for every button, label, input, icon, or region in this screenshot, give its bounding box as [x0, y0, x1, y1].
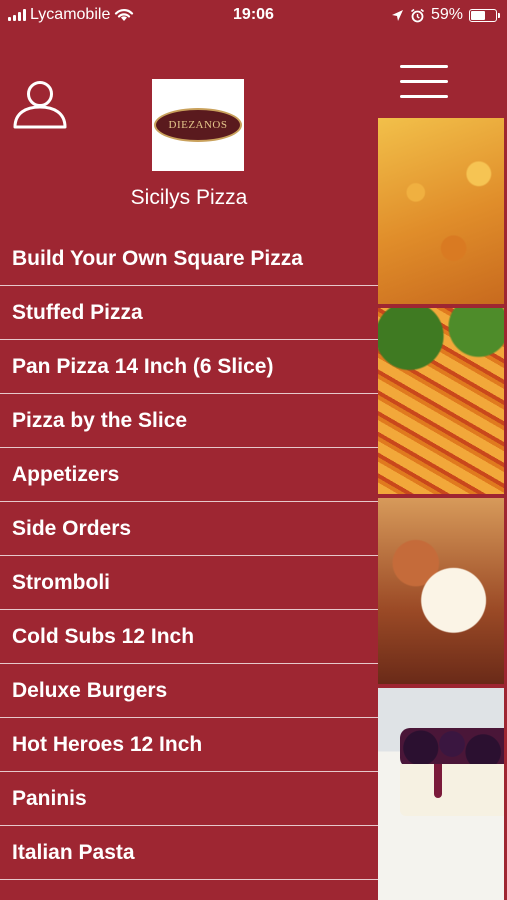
store-name: Sicilys Pizza	[130, 186, 248, 209]
cheesecake-image[interactable]	[378, 688, 504, 900]
logo-text: DIEZANOS	[168, 119, 228, 131]
content-preview	[378, 32, 507, 900]
pizza-image[interactable]	[378, 118, 504, 304]
subs-image[interactable]	[378, 498, 504, 684]
location-arrow-icon	[391, 9, 403, 21]
user-icon[interactable]	[12, 80, 68, 130]
battery-icon	[469, 8, 500, 22]
menu-item[interactable]: Appetizers	[0, 448, 378, 502]
battery-percent: 59%	[430, 6, 463, 23]
category-menu: Build Your Own Square Pizza Stuffed Pizza…	[0, 232, 378, 880]
menu-item[interactable]: Hot Heroes 12 Inch	[0, 718, 378, 772]
logo-oval: DIEZANOS	[154, 108, 242, 142]
menu-item[interactable]: Pizza by the Slice	[0, 394, 378, 448]
battery-fill	[471, 10, 485, 20]
status-bar: Lycamobile 19:06 59%	[0, 0, 507, 32]
menu-item[interactable]: Cold Subs 12 Inch	[0, 610, 378, 664]
alarm-icon	[410, 8, 424, 22]
menu-item[interactable]: Pan Pizza 14 Inch (6 Slice)	[0, 340, 378, 394]
pasta-image[interactable]	[378, 308, 504, 494]
restaurant-logo: DIEZANOS	[152, 79, 244, 171]
battery-tip	[498, 12, 500, 18]
menu-item[interactable]: Build Your Own Square Pizza	[0, 232, 378, 286]
status-right: 59%	[391, 6, 500, 24]
side-drawer: DIEZANOS Sicilys Pizza Build Your Own Sq…	[0, 32, 378, 900]
menu-item[interactable]: Paninis	[0, 772, 378, 826]
menu-item[interactable]: Italian Pasta	[0, 826, 378, 880]
hamburger-menu-icon[interactable]	[400, 65, 448, 99]
cake-drip	[434, 764, 442, 798]
menu-item[interactable]: Side Orders	[0, 502, 378, 556]
cake-topping	[400, 728, 504, 768]
menu-item[interactable]: Stromboli	[0, 556, 378, 610]
menu-item[interactable]: Deluxe Burgers	[0, 664, 378, 718]
menu-item[interactable]: Stuffed Pizza	[0, 286, 378, 340]
cake-body	[400, 764, 504, 816]
